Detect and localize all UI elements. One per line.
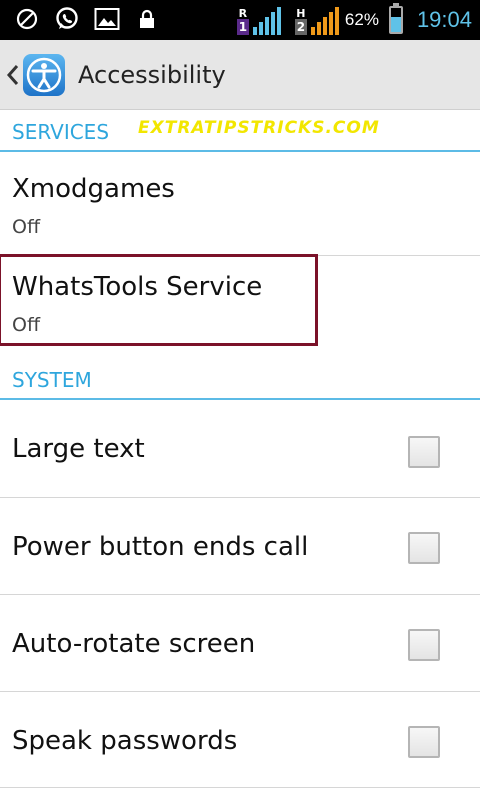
item-title: Xmodgames <box>12 174 175 204</box>
notification-icons <box>14 6 160 32</box>
battery-level <box>390 17 401 32</box>
item-title: Large text <box>12 434 145 464</box>
watermark: EXTRATIPSTRICKS.COM <box>138 118 380 138</box>
sim2-network-label: H <box>296 7 306 20</box>
sim1-network-label: R <box>238 7 248 20</box>
page-title: Accessibility <box>78 60 226 89</box>
section-title-services: SERVICES <box>12 120 110 144</box>
sim2-number: 2 <box>294 19 307 35</box>
large-text-checkbox[interactable] <box>408 436 440 468</box>
section-header-system: SYSTEM <box>0 356 480 400</box>
list-item-power-button-ends-call[interactable]: Power button ends call <box>0 498 480 595</box>
sim1-number: 1 <box>236 19 249 35</box>
status-indicators: R 1 H 2 62% 19:04 <box>236 3 472 36</box>
status-bar: R 1 H 2 62% 19:04 <box>0 0 480 40</box>
item-title: Power button ends call <box>12 532 309 562</box>
auto-rotate-screen-checkbox[interactable] <box>408 629 440 661</box>
battery-percent: 62% <box>344 10 379 29</box>
section-title-system: SYSTEM <box>12 368 92 392</box>
list-item-xmodgames[interactable]: Xmodgames Off <box>0 152 480 256</box>
power-button-ends-call-checkbox[interactable] <box>408 532 440 564</box>
sim1-signal: R 1 <box>236 5 281 35</box>
battery-icon <box>388 3 403 34</box>
image-icon <box>94 6 120 32</box>
clock: 19:04 <box>416 7 472 32</box>
highlight-box <box>0 254 318 346</box>
list-item-auto-rotate-screen[interactable]: Auto-rotate screen <box>0 595 480 692</box>
whatsapp-icon <box>54 6 80 32</box>
item-title: Auto-rotate screen <box>12 629 256 659</box>
item-title: Speak passwords <box>12 726 238 756</box>
sim2-signal: H 2 <box>294 5 339 35</box>
lock-icon <box>134 6 160 32</box>
item-status: Off <box>12 216 41 238</box>
list-item-large-text[interactable]: Large text <box>0 400 480 498</box>
speak-passwords-checkbox[interactable] <box>408 726 440 758</box>
list-item-speak-passwords[interactable]: Speak passwords <box>0 692 480 788</box>
no-entry-icon <box>14 6 40 32</box>
back-icon[interactable] <box>6 61 20 89</box>
accessibility-icon[interactable] <box>22 53 66 97</box>
action-bar: Accessibility <box>0 40 480 110</box>
